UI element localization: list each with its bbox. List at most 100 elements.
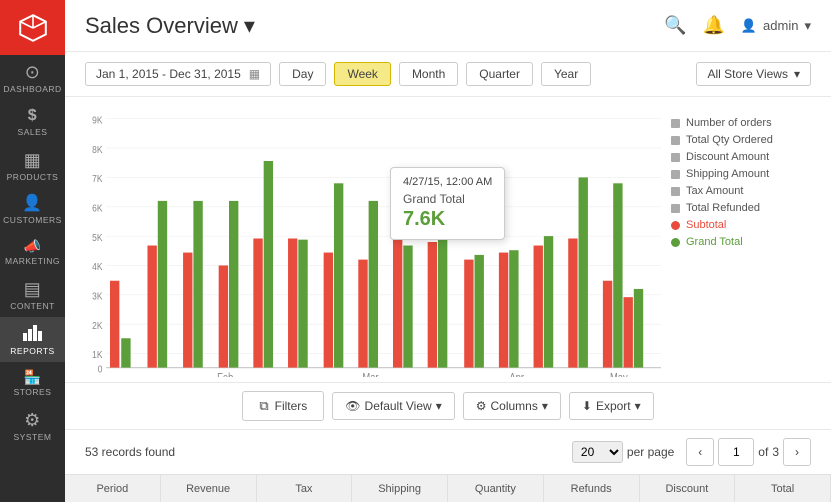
- sidebar-item-stores[interactable]: 🏪 Stores: [0, 362, 65, 403]
- table-header-refunds: Refunds: [544, 475, 640, 502]
- pagination-page-input[interactable]: [718, 438, 754, 466]
- legend-label-refunded: Total Refunded: [686, 202, 760, 214]
- svg-text:4K: 4K: [92, 261, 103, 273]
- pagination-next-button[interactable]: ›: [783, 438, 811, 466]
- table-header-quantity: Quantity: [448, 475, 544, 502]
- filter-icon: ⧉: [259, 398, 268, 414]
- export-icon: ⬇: [582, 399, 592, 413]
- marketing-icon: 📣: [24, 239, 42, 253]
- chart-legend: Number of orders Total Qty Ordered Disco…: [661, 107, 816, 377]
- sidebar-item-reports[interactable]: Reports: [0, 317, 65, 362]
- per-page-label: per page: [627, 445, 674, 459]
- chart-container: 9K 8K 7K 6K 5K 4K 3K 2K 1K 0: [65, 97, 831, 382]
- system-icon: ⚙: [24, 411, 41, 429]
- user-avatar-icon: 👤: [741, 18, 757, 34]
- view-dropdown-arrow: ▾: [436, 399, 442, 413]
- sidebar-label-sales: Sales: [18, 127, 48, 137]
- sidebar-item-dashboard[interactable]: ⊙ Dashboard: [0, 55, 65, 100]
- export-button[interactable]: ⬇ Export ▾: [569, 392, 654, 420]
- period-year-button[interactable]: Year: [541, 62, 591, 86]
- customers-icon: 👤: [22, 196, 42, 212]
- svg-text:5K: 5K: [92, 232, 103, 244]
- default-view-button[interactable]: 👁 Default View ▾: [332, 392, 454, 420]
- store-view-selector[interactable]: All Store Views ▾: [696, 62, 811, 86]
- sidebar-label-system: System: [14, 432, 52, 442]
- legend-dot-discount: [671, 153, 680, 162]
- svg-text:7K: 7K: [92, 173, 103, 185]
- filters-label: Filters: [275, 399, 308, 413]
- pagination: ‹ of 3 ›: [686, 438, 811, 466]
- svg-text:May: May: [610, 372, 628, 377]
- sidebar-label-customers: Customers: [3, 215, 62, 225]
- main-content: Sales Overview ▾ 🔍 🔔 👤 admin ▾ Jan 1, 20…: [65, 0, 831, 502]
- columns-icon: ⚙: [476, 399, 487, 413]
- sidebar-label-stores: Stores: [14, 387, 52, 397]
- sidebar: ⊙ Dashboard $ Sales ▦ Products 👤 Custome…: [0, 0, 65, 502]
- svg-text:Apr: Apr: [509, 372, 524, 377]
- sidebar-item-content[interactable]: ▤ Content: [0, 272, 65, 317]
- legend-dot-total-qty: [671, 136, 680, 145]
- period-month-button[interactable]: Month: [399, 62, 458, 86]
- legend-label-grand-total: Grand Total: [686, 236, 743, 248]
- columns-button[interactable]: ⚙ Columns ▾: [463, 392, 561, 420]
- date-range-text: Jan 1, 2015 - Dec 31, 2015: [96, 67, 241, 81]
- legend-item-refunded: Total Refunded: [671, 202, 816, 214]
- store-view-arrow: ▾: [794, 67, 800, 81]
- sidebar-item-system[interactable]: ⚙ System: [0, 403, 65, 448]
- dashboard-icon: ⊙: [25, 63, 41, 81]
- header-actions: 🔍 🔔 👤 admin ▾: [664, 15, 811, 36]
- sales-icon: $: [28, 108, 37, 124]
- period-week-button[interactable]: Week: [334, 62, 390, 86]
- user-menu[interactable]: 👤 admin ▾: [741, 18, 811, 34]
- legend-item-subtotal: Subtotal: [671, 219, 816, 231]
- date-range-picker[interactable]: Jan 1, 2015 - Dec 31, 2015 ▦: [85, 62, 271, 86]
- table-header-period: Period: [65, 475, 161, 502]
- date-toolbar: Jan 1, 2015 - Dec 31, 2015 ▦ Day Week Mo…: [65, 52, 831, 97]
- export-label: Export: [596, 399, 631, 413]
- svg-text:Mar: Mar: [362, 372, 379, 377]
- sales-chart: 9K 8K 7K 6K 5K 4K 3K 2K 1K 0: [80, 107, 661, 377]
- page-header: Sales Overview ▾ 🔍 🔔 👤 admin ▾: [65, 0, 831, 52]
- chart-area: 9K 8K 7K 6K 5K 4K 3K 2K 1K 0: [80, 107, 661, 377]
- legend-item-num-orders: Number of orders: [671, 117, 816, 129]
- columns-label: Columns: [490, 399, 537, 413]
- export-dropdown-arrow: ▾: [635, 399, 641, 413]
- sidebar-item-customers[interactable]: 👤 Customers: [0, 188, 65, 231]
- sidebar-item-sales[interactable]: $ Sales: [0, 100, 65, 143]
- legend-item-total-qty: Total Qty Ordered: [671, 134, 816, 146]
- per-page-selector: 20 50 100 per page: [572, 441, 674, 463]
- sidebar-label-reports: Reports: [10, 346, 54, 356]
- title-dropdown-arrow[interactable]: ▾: [244, 13, 255, 39]
- action-toolbar: ⧉ Filters 👁 Default View ▾ ⚙ Columns ▾ ⬇…: [65, 382, 831, 429]
- legend-item-shipping: Shipping Amount: [671, 168, 816, 180]
- legend-label-num-orders: Number of orders: [686, 117, 772, 129]
- svg-text:3K: 3K: [92, 291, 103, 303]
- period-day-button[interactable]: Day: [279, 62, 326, 86]
- table-header: Period Revenue Tax Shipping Quantity Ref…: [65, 474, 831, 502]
- filters-button[interactable]: ⧉ Filters: [242, 391, 324, 421]
- svg-text:Feb: Feb: [217, 372, 233, 377]
- user-dropdown-arrow: ▾: [804, 18, 811, 34]
- svg-text:1K: 1K: [92, 349, 103, 361]
- store-view-label: All Store Views: [707, 67, 787, 81]
- products-icon: ▦: [24, 151, 42, 169]
- legend-label-total-qty: Total Qty Ordered: [686, 134, 773, 146]
- notification-icon[interactable]: 🔔: [702, 15, 724, 36]
- per-page-select-input[interactable]: 20 50 100: [572, 441, 623, 463]
- legend-label-tax: Tax Amount: [686, 185, 743, 197]
- pagination-prev-button[interactable]: ‹: [686, 438, 714, 466]
- records-count: 53 records found: [85, 445, 175, 459]
- period-quarter-button[interactable]: Quarter: [466, 62, 533, 86]
- table-header-revenue: Revenue: [161, 475, 257, 502]
- svg-text:2K: 2K: [92, 320, 103, 332]
- page-title: Sales Overview ▾: [85, 13, 255, 39]
- sidebar-item-marketing[interactable]: 📣 Marketing: [0, 231, 65, 272]
- legend-label-discount: Discount Amount: [686, 151, 769, 163]
- pagination-of-label: of: [758, 445, 768, 459]
- legend-dot-subtotal: [671, 221, 680, 230]
- search-icon[interactable]: 🔍: [664, 15, 686, 36]
- sidebar-item-products[interactable]: ▦ Products: [0, 143, 65, 188]
- legend-dot-tax: [671, 187, 680, 196]
- sidebar-logo: [0, 0, 65, 55]
- legend-label-subtotal: Subtotal: [686, 219, 726, 231]
